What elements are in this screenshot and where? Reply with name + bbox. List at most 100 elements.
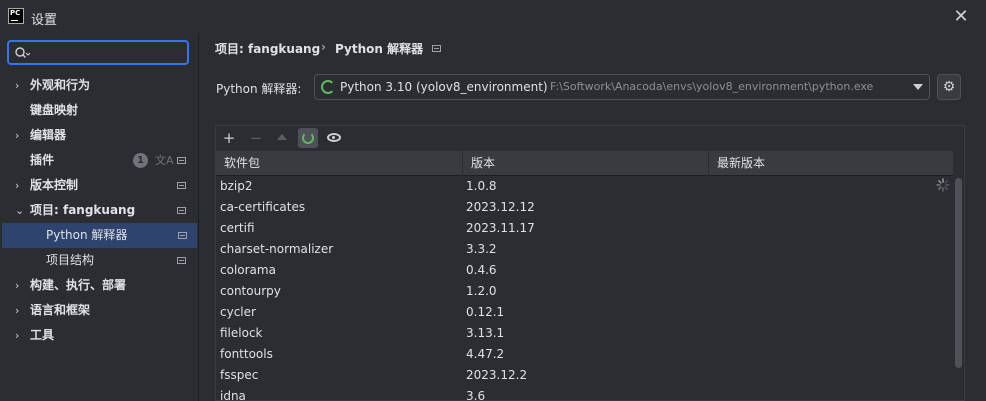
package-name: colorama <box>220 263 276 277</box>
sidebar-item-label: 工具 <box>30 328 55 342</box>
sidebar-item-vcs[interactable]: › 版本控制 <box>0 173 198 198</box>
package-version: 1.0.8 <box>466 179 497 193</box>
interpreter-label: Python 解释器: <box>216 82 302 96</box>
gear-icon[interactable]: ⚙ <box>937 74 961 100</box>
sidebar-item-languages[interactable]: › 语言和框架 <box>0 298 198 323</box>
column-package[interactable]: 软件包 <box>216 151 463 176</box>
table-row[interactable]: certifi 2023.11.17 <box>216 218 954 239</box>
package-version: 3.3.2 <box>466 242 497 256</box>
package-name: fsspec <box>220 368 259 382</box>
title-bar: PC 设置 ✕ <box>0 0 986 34</box>
upgrade-package-button[interactable] <box>272 128 292 148</box>
table-row[interactable]: colorama 0.4.6 <box>216 260 954 281</box>
package-name: filelock <box>220 326 263 340</box>
eye-icon <box>327 133 341 142</box>
expand-arrow-icon[interactable]: › <box>15 323 25 348</box>
sidebar-item-python-interpreter[interactable]: Python 解释器 <box>2 223 197 248</box>
sidebar-item-build[interactable]: › 构建、执行、部署 <box>0 273 198 298</box>
package-version: 0.4.6 <box>466 263 497 277</box>
package-name: ca-certificates <box>220 200 306 214</box>
package-name: charset-normalizer <box>220 242 334 256</box>
sidebar-item-label: 项目: fangkuang <box>30 203 136 217</box>
project-settings-icon <box>177 157 186 164</box>
package-version: 3.13.1 <box>466 326 505 340</box>
window-title: 设置 <box>31 13 58 28</box>
search-icon <box>15 47 30 58</box>
sidebar-item-label: Python 解释器 <box>46 228 128 242</box>
package-version: 3.6 <box>466 389 486 401</box>
interpreter-dropdown[interactable]: Python 3.10 (yolov8_environment) F:\Soft… <box>314 74 930 100</box>
expand-arrow-icon[interactable]: › <box>15 298 25 323</box>
sidebar-item-plugins[interactable]: 插件 1 文A <box>0 148 198 173</box>
search-input[interactable] <box>33 44 183 61</box>
package-name: idna <box>220 389 246 401</box>
package-name: cycler <box>220 305 256 319</box>
packages-panel: + − 软件包 版本 最新版本 bzip2 1.0.8 ca-certifica… <box>215 125 965 401</box>
column-version[interactable]: 版本 <box>463 151 709 176</box>
sidebar-item-label: 外观和行为 <box>30 78 91 92</box>
package-name: fonttools <box>220 347 273 361</box>
loading-spinner-icon <box>302 132 314 144</box>
settings-search[interactable] <box>7 40 189 65</box>
package-version: 2023.12.12 <box>466 200 535 214</box>
column-latest-version[interactable]: 最新版本 <box>709 151 954 176</box>
update-count-badge: 1 <box>133 153 148 168</box>
package-version: 1.2.0 <box>466 284 497 298</box>
package-name: bzip2 <box>220 179 253 193</box>
sidebar-item-label: 插件 <box>30 153 55 167</box>
interpreter-name: Python 3.10 (yolov8_environment) <box>340 80 548 94</box>
table-row[interactable]: charset-normalizer 3.3.2 <box>216 239 954 260</box>
package-version: 0.12.1 <box>466 305 505 319</box>
expand-arrow-icon[interactable]: › <box>15 173 25 198</box>
table-row[interactable]: filelock 3.13.1 <box>216 323 954 344</box>
sidebar-item-project-structure[interactable]: 项目结构 <box>0 248 198 273</box>
table-row[interactable]: contourpy 1.2.0 <box>216 281 954 302</box>
table-row[interactable]: fsspec 2023.12.2 <box>216 365 954 386</box>
sidebar-item-label: 键盘映射 <box>30 103 79 117</box>
scrollbar-thumb[interactable] <box>955 178 962 368</box>
table-row[interactable]: idna 3.6 <box>216 386 954 401</box>
close-icon[interactable]: ✕ <box>950 6 972 28</box>
breadcrumb-separator: › <box>321 40 326 54</box>
package-version: 4.47.2 <box>466 347 505 361</box>
sidebar-item-label: 版本控制 <box>30 178 79 192</box>
package-version: 2023.11.17 <box>466 221 535 235</box>
sidebar-item-appearance[interactable]: › 外观和行为 <box>0 73 198 98</box>
loading-spinner-icon <box>321 80 335 94</box>
expand-arrow-icon[interactable]: › <box>15 73 25 98</box>
table-scrollbar[interactable] <box>954 176 964 401</box>
packages-table-header: 软件包 版本 最新版本 <box>216 151 954 176</box>
show-early-releases-button[interactable] <box>324 128 344 148</box>
arrow-up-icon <box>277 134 287 140</box>
sidebar-item-editor[interactable]: › 编辑器 <box>0 123 198 148</box>
package-name: contourpy <box>220 284 281 298</box>
table-row[interactable]: bzip2 1.0.8 <box>216 176 954 197</box>
sidebar-item-project[interactable]: ⌄ 项目: fangkuang <box>0 198 198 223</box>
sidebar-item-tools[interactable]: › 工具 <box>0 323 198 348</box>
package-name: certifi <box>220 221 255 235</box>
expand-arrow-icon[interactable]: › <box>15 123 25 148</box>
project-settings-icon <box>432 45 441 52</box>
interpreter-path: F:\Softwork\Anacoda\envs\yolov8_environm… <box>550 80 874 93</box>
add-package-button[interactable]: + <box>219 128 239 148</box>
translate-icon: 文A <box>155 154 174 167</box>
sidebar-item-label: 项目结构 <box>46 253 95 267</box>
project-settings-icon <box>177 182 186 189</box>
settings-content: 项目: fangkuang › Python 解释器 Python 解释器: P… <box>199 34 986 401</box>
project-settings-icon <box>178 232 187 239</box>
chevron-down-icon[interactable] <box>913 84 923 90</box>
expand-arrow-icon[interactable]: › <box>15 273 25 298</box>
collapse-arrow-icon[interactable]: ⌄ <box>15 198 25 223</box>
package-version: 2023.12.2 <box>466 368 528 382</box>
table-row[interactable]: cycler 0.12.1 <box>216 302 954 323</box>
table-row[interactable]: ca-certificates 2023.12.12 <box>216 197 954 218</box>
packages-table-body: bzip2 1.0.8 ca-certificates 2023.12.12 c… <box>216 176 954 401</box>
breadcrumb-project[interactable]: 项目: fangkuang <box>215 40 320 57</box>
breadcrumb-page: Python 解释器 <box>335 42 424 56</box>
loading-icon <box>936 178 950 192</box>
table-row[interactable]: fonttools 4.47.2 <box>216 344 954 365</box>
remove-package-button[interactable]: − <box>246 128 266 148</box>
refresh-button[interactable] <box>298 128 318 148</box>
sidebar-item-keymap[interactable]: 键盘映射 <box>0 98 198 123</box>
project-settings-icon <box>177 207 186 214</box>
